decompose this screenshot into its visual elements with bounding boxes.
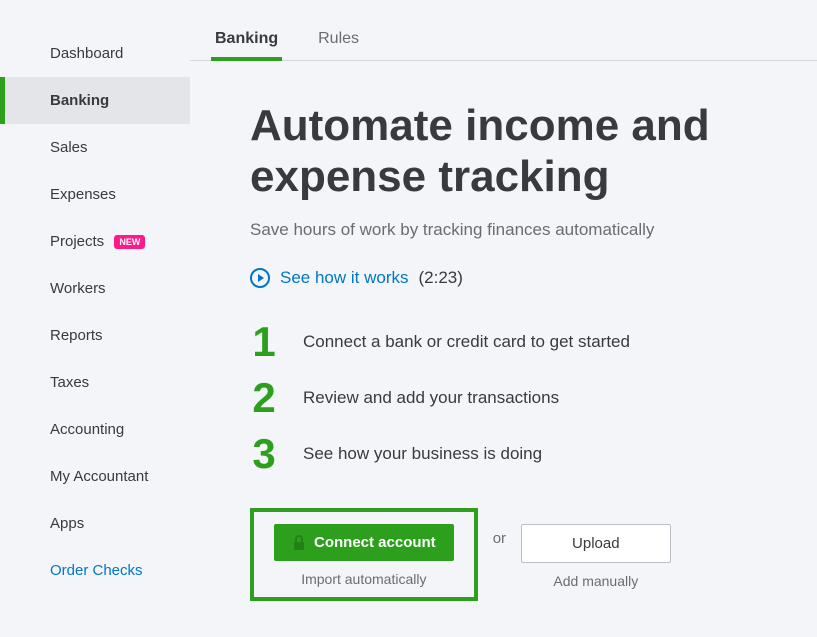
tabs: Banking Rules: [190, 30, 817, 61]
step-text: See how your business is doing: [303, 444, 542, 464]
connect-sublabel: Import automatically: [301, 571, 426, 587]
step-3: 3 See how your business is doing: [250, 430, 787, 478]
step-text: Connect a bank or credit card to get sta…: [303, 332, 630, 352]
action-buttons: Connect account Import automatically or …: [250, 508, 787, 601]
step-2: 2 Review and add your transactions: [250, 374, 787, 422]
upload-sublabel: Add manually: [553, 573, 638, 589]
page-title: Automate income and expense tracking: [250, 101, 787, 202]
video-link[interactable]: See how it works (2:23): [250, 268, 787, 288]
new-badge: NEW: [114, 235, 145, 249]
sidebar-item-sales[interactable]: Sales: [0, 124, 190, 171]
sidebar-item-accounting[interactable]: Accounting: [0, 406, 190, 453]
connect-account-button[interactable]: Connect account: [274, 524, 454, 561]
sidebar-item-taxes[interactable]: Taxes: [0, 359, 190, 406]
video-link-text: See how it works: [280, 268, 409, 288]
sidebar-item-banking[interactable]: Banking: [0, 77, 190, 124]
sidebar-item-workers[interactable]: Workers: [0, 265, 190, 312]
step-number: 1: [250, 318, 278, 366]
sidebar-item-expenses[interactable]: Expenses: [0, 171, 190, 218]
video-duration: (2:23): [419, 268, 463, 288]
upload-wrapper: Upload Add manually: [521, 524, 671, 589]
step-1: 1 Connect a bank or credit card to get s…: [250, 318, 787, 366]
sidebar: Dashboard Banking Sales Expenses Project…: [0, 0, 190, 637]
sidebar-item-apps[interactable]: Apps: [0, 500, 190, 547]
page-subtitle: Save hours of work by tracking finances …: [250, 220, 787, 240]
step-number: 3: [250, 430, 278, 478]
connect-button-label: Connect account: [314, 534, 436, 551]
steps-list: 1 Connect a bank or credit card to get s…: [250, 318, 787, 478]
or-separator: or: [493, 530, 506, 547]
sidebar-item-order-checks[interactable]: Order Checks: [0, 547, 190, 594]
sidebar-item-dashboard[interactable]: Dashboard: [0, 30, 190, 77]
upload-button[interactable]: Upload: [521, 524, 671, 563]
play-icon: [250, 268, 270, 288]
tab-rules[interactable]: Rules: [318, 30, 359, 60]
main-content: Banking Rules Automate income and expens…: [190, 0, 817, 637]
step-number: 2: [250, 374, 278, 422]
connect-highlight: Connect account Import automatically: [250, 508, 478, 601]
lock-icon: [292, 535, 306, 551]
sidebar-item-my-accountant[interactable]: My Accountant: [0, 453, 190, 500]
sidebar-item-label: Projects: [50, 233, 104, 250]
sidebar-item-projects[interactable]: Projects NEW: [0, 218, 190, 265]
sidebar-item-reports[interactable]: Reports: [0, 312, 190, 359]
step-text: Review and add your transactions: [303, 388, 559, 408]
tab-banking[interactable]: Banking: [215, 30, 278, 60]
